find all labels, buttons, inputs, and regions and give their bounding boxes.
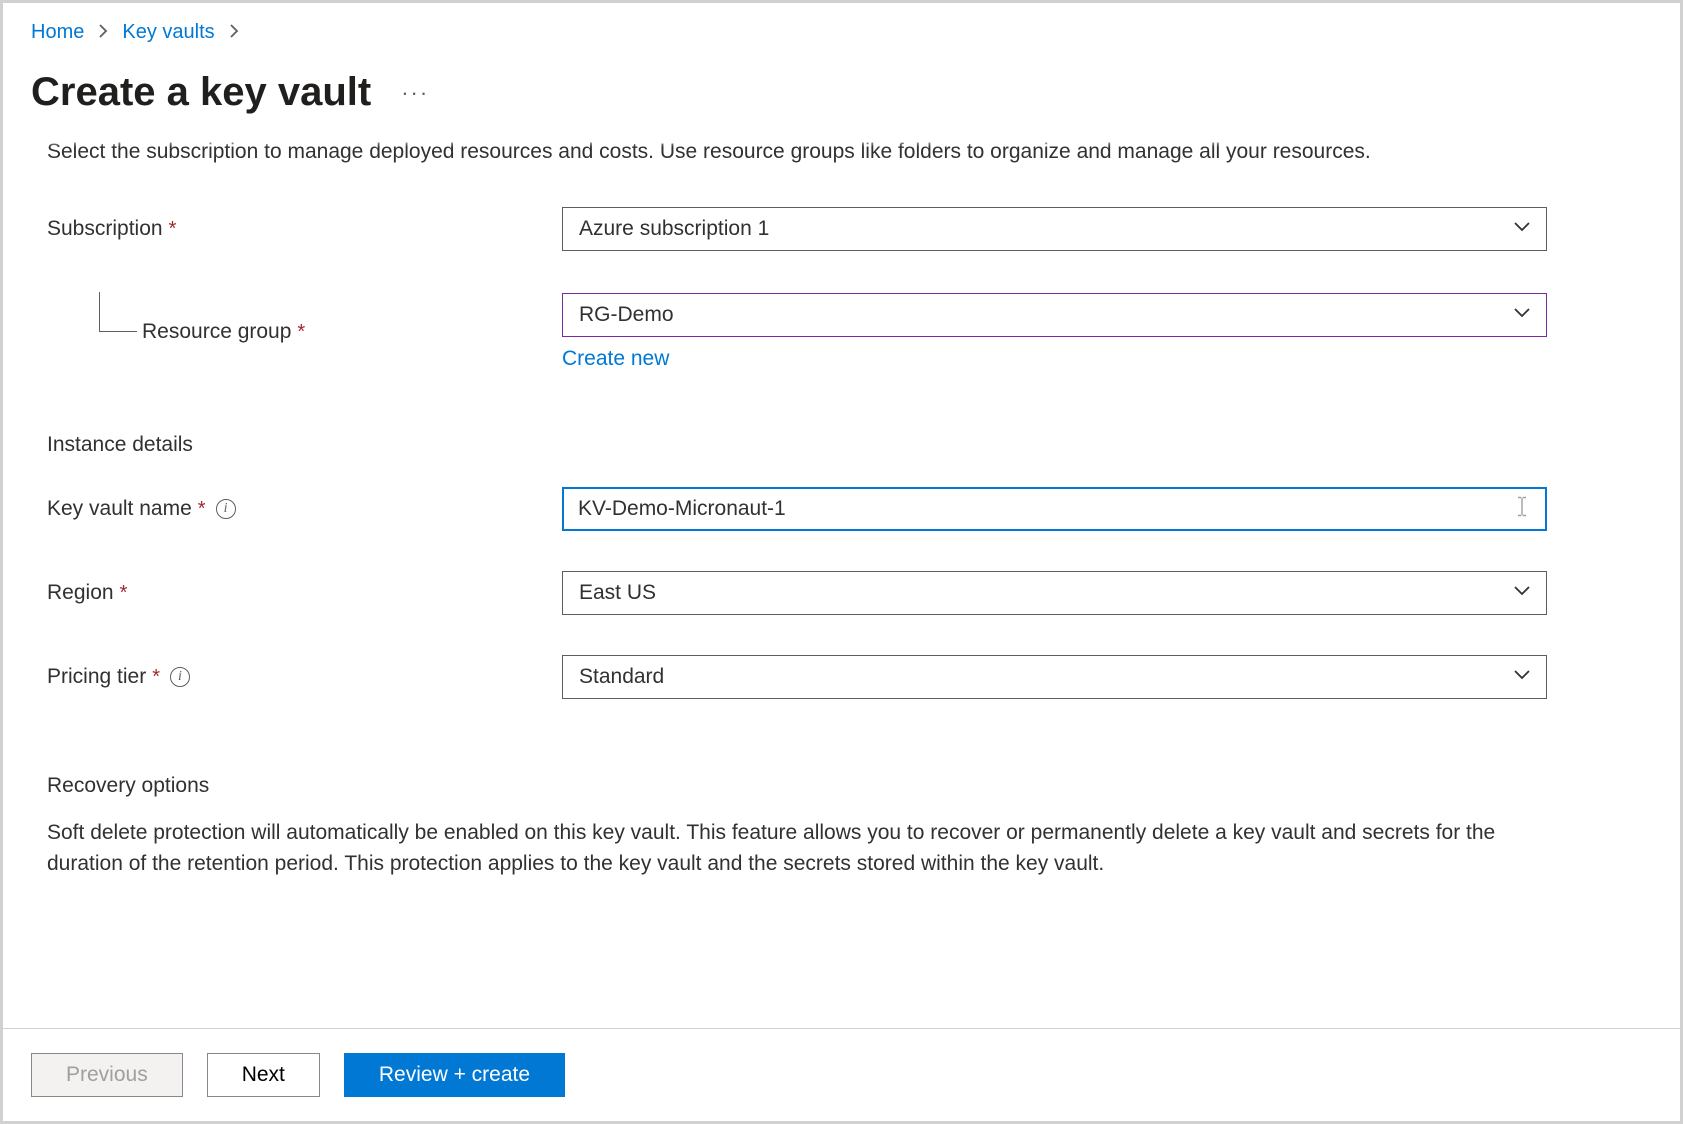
resource-group-select[interactable]: RG-Demo: [562, 293, 1547, 337]
heading-recovery-options: Recovery options: [47, 774, 1636, 798]
chevron-down-icon: [1512, 216, 1532, 242]
region-value: East US: [579, 581, 656, 605]
text-cursor-icon: [1515, 496, 1529, 523]
create-new-link[interactable]: Create new: [562, 347, 669, 371]
intro-text: Select the subscription to manage deploy…: [47, 137, 1636, 167]
label-pricing-tier: Pricing tier * i: [47, 665, 562, 689]
breadcrumb: Home Key vaults: [3, 3, 1680, 54]
row-region: Region * East US: [47, 571, 1636, 615]
breadcrumb-separator-icon: [98, 22, 108, 43]
kv-name-input[interactable]: [562, 487, 1547, 531]
pricing-tier-value: Standard: [579, 665, 664, 689]
chevron-down-icon: [1512, 580, 1532, 606]
subscription-value: Azure subscription 1: [579, 217, 769, 241]
breadcrumb-home[interactable]: Home: [31, 21, 84, 44]
row-subscription: Subscription * Azure subscription 1: [47, 207, 1636, 251]
label-resource-group: Resource group *: [47, 320, 562, 344]
resource-group-value: RG-Demo: [579, 303, 674, 327]
page-title: Create a key vault: [31, 70, 371, 115]
next-button[interactable]: Next: [207, 1053, 320, 1097]
row-pricing-tier: Pricing tier * i Standard: [47, 655, 1636, 699]
subscription-select[interactable]: Azure subscription 1: [562, 207, 1547, 251]
info-icon[interactable]: i: [216, 499, 236, 519]
breadcrumb-keyvaults[interactable]: Key vaults: [122, 21, 214, 44]
previous-button[interactable]: Previous: [31, 1053, 183, 1097]
region-select[interactable]: East US: [562, 571, 1547, 615]
row-kv-name: Key vault name * i: [47, 487, 1636, 531]
label-kv-name: Key vault name * i: [47, 497, 562, 521]
label-subscription: Subscription *: [47, 217, 562, 241]
required-asterisk-icon: *: [297, 321, 305, 344]
recovery-text: Soft delete protection will automaticall…: [47, 818, 1547, 879]
more-actions-icon[interactable]: ···: [401, 80, 429, 106]
tree-line-icon: [99, 292, 137, 332]
required-asterisk-icon: *: [120, 582, 128, 605]
chevron-down-icon: [1512, 664, 1532, 690]
required-asterisk-icon: *: [152, 666, 160, 689]
form-content: Select the subscription to manage deploy…: [3, 137, 1680, 879]
footer-bar: Previous Next Review + create: [3, 1028, 1680, 1121]
info-icon[interactable]: i: [170, 667, 190, 687]
label-region: Region *: [47, 581, 562, 605]
page-title-row: Create a key vault ···: [3, 54, 1680, 145]
breadcrumb-separator-icon: [229, 22, 239, 43]
heading-instance-details: Instance details: [47, 433, 1636, 457]
chevron-down-icon: [1512, 302, 1532, 328]
required-asterisk-icon: *: [169, 218, 177, 241]
review-create-button[interactable]: Review + create: [344, 1053, 565, 1097]
row-resource-group: Resource group * RG-Demo Create new: [47, 293, 1636, 371]
required-asterisk-icon: *: [198, 498, 206, 521]
pricing-tier-select[interactable]: Standard: [562, 655, 1547, 699]
